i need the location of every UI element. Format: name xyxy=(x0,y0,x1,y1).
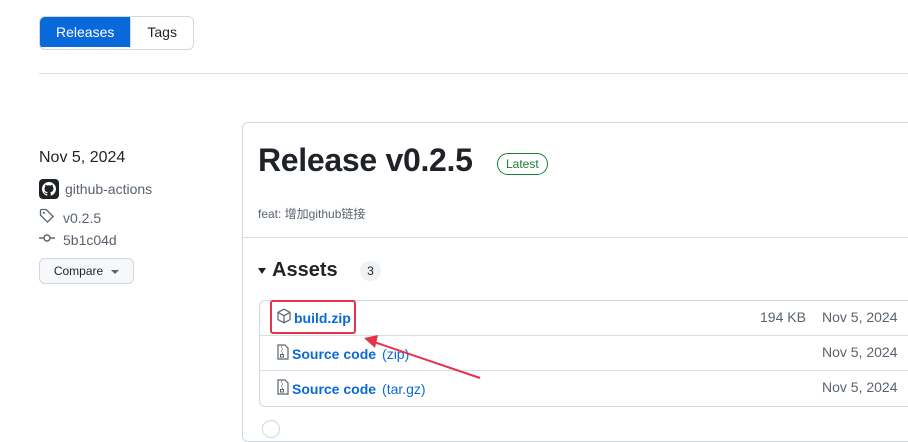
release-tag-switcher: Releases Tags xyxy=(39,16,194,50)
release-notes: feat: 增加github链接 xyxy=(258,207,366,221)
compare-label: Compare xyxy=(53,264,104,278)
release-commit-link[interactable]: 5b1c04d xyxy=(39,230,117,249)
header-divider xyxy=(39,73,908,74)
assets-heading: Assets xyxy=(272,259,338,281)
tag-icon xyxy=(39,208,55,227)
annotation-highlight-box xyxy=(270,300,356,334)
release-tag-link[interactable]: v0.2.5 xyxy=(39,208,101,227)
tag-name: v0.2.5 xyxy=(63,209,102,226)
assets-count-badge: 3 xyxy=(360,261,381,281)
annotation-arrow-icon xyxy=(364,335,481,379)
file-zip-icon xyxy=(276,344,290,363)
latest-badge: Latest xyxy=(497,153,548,175)
tab-tags[interactable]: Tags xyxy=(130,17,193,47)
release-date: Nov 5, 2024 xyxy=(39,149,126,166)
github-avatar-icon xyxy=(39,179,59,199)
caret-down-icon xyxy=(258,267,266,274)
author-name: github-actions xyxy=(65,181,153,197)
asset-date: Nov 5, 2024 xyxy=(822,344,898,360)
assets-toggle[interactable]: Assets xyxy=(258,259,338,282)
release-author[interactable]: github-actions xyxy=(39,179,152,199)
compare-button[interactable]: Compare xyxy=(39,258,134,284)
row-divider xyxy=(260,335,908,336)
chevron-down-icon xyxy=(111,270,120,274)
card-divider xyxy=(243,237,908,238)
release-title[interactable]: Release v0.2.5 xyxy=(258,142,473,179)
reaction-icon[interactable] xyxy=(262,420,280,438)
tab-releases[interactable]: Releases xyxy=(40,17,131,47)
asset-size: 194 KB xyxy=(760,309,806,325)
asset-date: Nov 5, 2024 xyxy=(822,379,898,395)
commit-sha: 5b1c04d xyxy=(63,231,117,248)
file-zip-icon xyxy=(276,379,290,398)
commit-icon xyxy=(39,230,55,249)
row-divider xyxy=(260,370,908,371)
asset-date: Nov 5, 2024 xyxy=(822,309,898,325)
